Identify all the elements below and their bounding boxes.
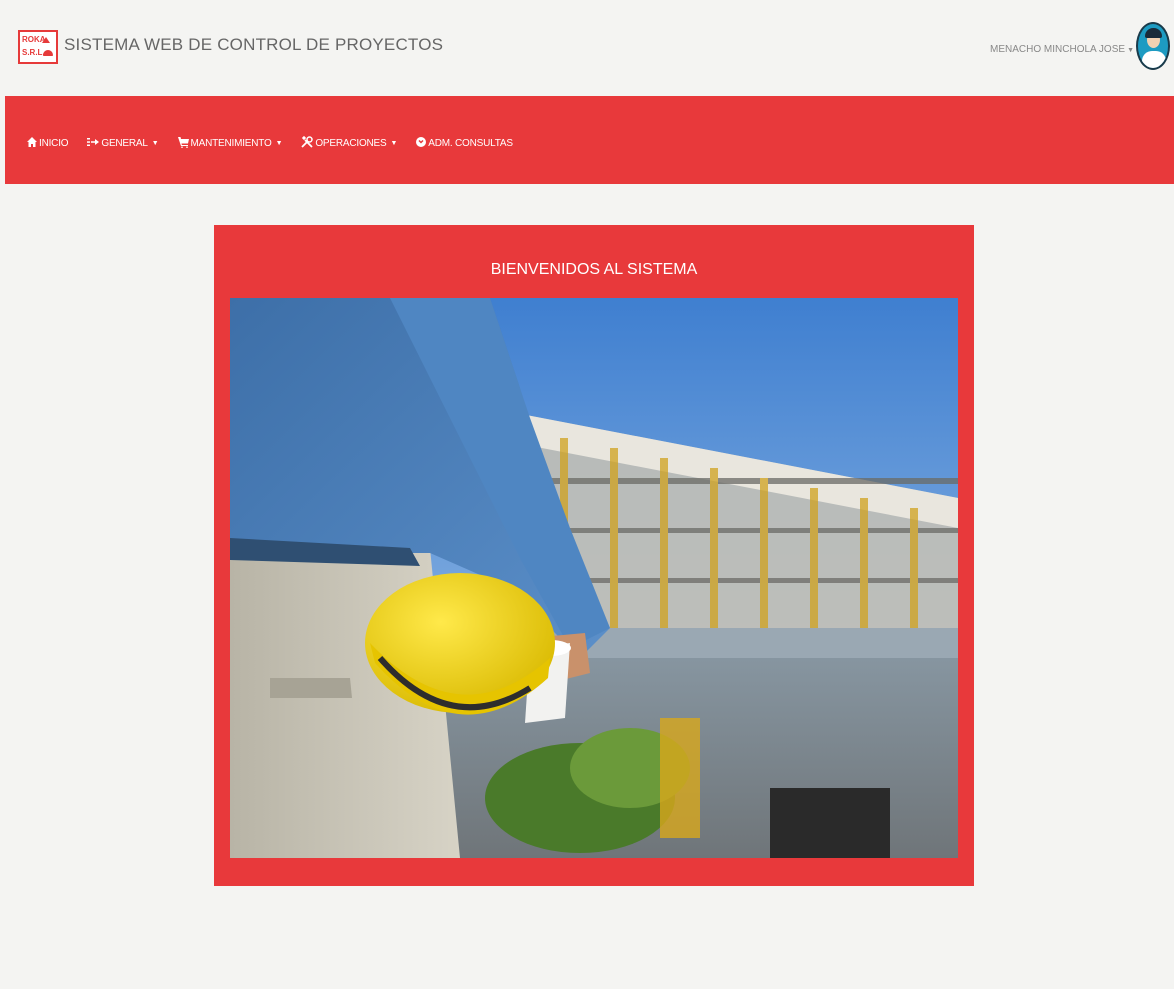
nav-item-general[interactable]: GENERAL ▼ [87, 137, 159, 150]
nav-item-mantenimiento[interactable]: MANTENIMIENTO ▼ [177, 136, 283, 151]
chevron-down-icon: ▼ [1127, 47, 1134, 54]
chevron-down-icon: ▼ [390, 140, 398, 147]
nav-item-adm-consultas[interactable]: ADM. CONSULTAS [416, 137, 513, 150]
nav-menu: INICIO GENERAL ▼ MANTENIMIENTO ▼ OPERACI… [27, 135, 532, 151]
tools-icon [301, 135, 314, 151]
nav-item-label: ADM. CONSULTAS [428, 138, 513, 149]
nav-item-operaciones[interactable]: OPERACIONES ▼ [301, 135, 398, 151]
cart-icon [177, 136, 189, 151]
welcome-panel: BIENVENIDOS AL SISTEMA [214, 225, 974, 886]
welcome-title: BIENVENIDOS AL SISTEMA [490, 261, 698, 278]
home-icon [27, 137, 37, 150]
logo-text-line2: S.R.L. [22, 48, 45, 57]
avatar[interactable] [1136, 22, 1170, 70]
sign-in-icon [87, 137, 100, 150]
chevron-down-icon: ▼ [275, 140, 283, 147]
avatar-hair [1145, 28, 1162, 38]
user-menu[interactable]: MENACHO MINCHOLA JOSE ▼ [990, 44, 1134, 55]
circle-arrow-icon [416, 137, 427, 150]
company-logo[interactable]: ROKA S.R.L. [18, 30, 58, 64]
logo-mark-icon [42, 37, 50, 43]
avatar-body [1142, 51, 1166, 68]
chevron-down-icon: ▼ [151, 140, 159, 147]
nav-item-label: MANTENIMIENTO [190, 138, 272, 149]
top-header: ROKA S.R.L. SISTEMA WEB DE CONTROL DE PR… [5, 8, 1174, 96]
helmet-icon [43, 50, 53, 56]
nav-item-inicio[interactable]: INICIO [27, 137, 69, 150]
nav-item-label: OPERACIONES [315, 138, 387, 149]
user-name: MENACHO MINCHOLA JOSE [990, 44, 1126, 55]
hero-image [230, 298, 958, 858]
nav-item-label: GENERAL [101, 138, 148, 149]
main-navbar: INICIO GENERAL ▼ MANTENIMIENTO ▼ OPERACI… [5, 96, 1174, 184]
app-title: SISTEMA WEB DE CONTROL DE PROYECTOS [64, 35, 444, 54]
app-frame: ROKA S.R.L. SISTEMA WEB DE CONTROL DE PR… [5, 8, 1174, 989]
nav-item-label: INICIO [39, 138, 69, 149]
